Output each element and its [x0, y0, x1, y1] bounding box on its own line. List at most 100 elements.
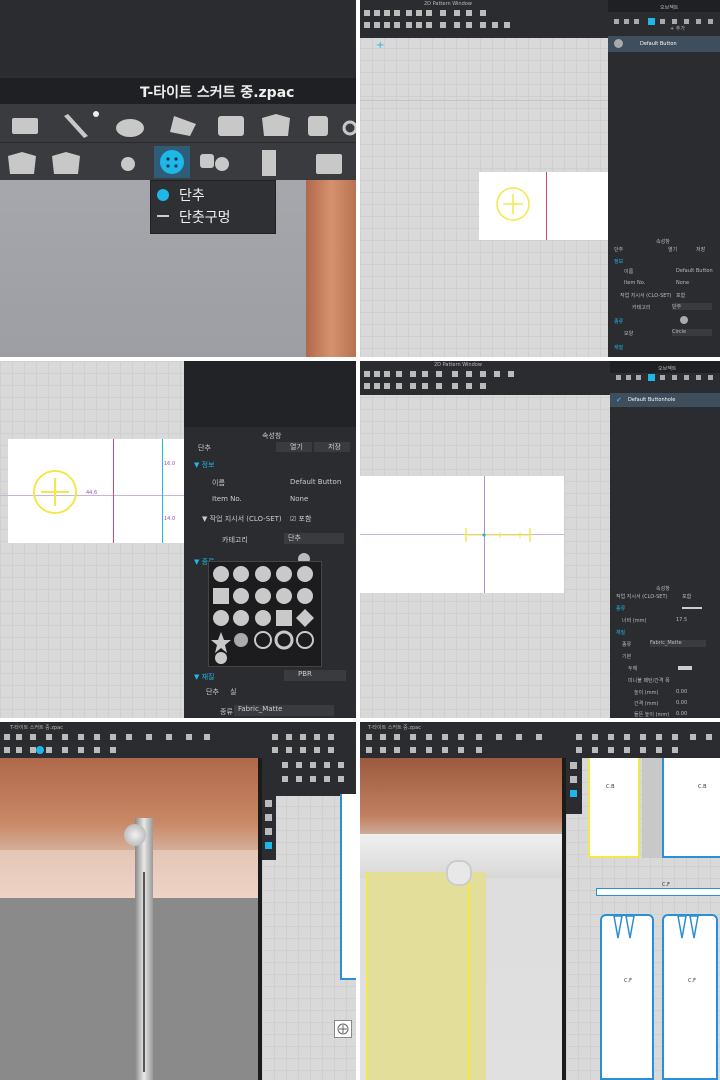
pattern-piece-front-right[interactable]: C.F — [662, 914, 718, 1080]
panel-3d-2d-pattern-overview: T-타이트 스커트 중.zpac C.B C.B C.F C.F C.F — [360, 722, 720, 1080]
name-field[interactable]: Default Button — [676, 268, 713, 274]
button-object-icon[interactable] — [334, 1020, 352, 1038]
panel-2d-button-placed: 2D Pattern Window + 오브젝트 + 추가 Default Bu… — [360, 0, 720, 357]
material-dropdown[interactable]: PBR — [284, 670, 346, 681]
toolbar-row2-icons[interactable] — [0, 146, 356, 178]
2d-view[interactable] — [262, 758, 356, 1080]
zipper-icon — [262, 150, 276, 176]
panel-3d-zipper-button: T-타이트 스커트 중.zpac — [0, 722, 356, 1080]
shirt-check-icon — [8, 152, 36, 174]
tape-icon — [316, 154, 342, 174]
check-icon: ✔ — [616, 396, 622, 404]
property-editor: 속성창 작업 지시서 (CLO-SET) 포함 종류 너비 (mm) 17.5 … — [610, 583, 720, 718]
toolbar-icons[interactable] — [360, 732, 720, 758]
lock-icon — [200, 154, 214, 168]
button-object-icon[interactable] — [32, 464, 78, 520]
add-button[interactable]: + 추가 — [670, 25, 685, 32]
2d-view[interactable]: C.B C.B C.F C.F C.F — [566, 758, 720, 1080]
pattern-piece-front-left[interactable]: C.F — [600, 914, 654, 1080]
save-button[interactable]: 저장 — [696, 246, 705, 253]
save-button[interactable]: 저장 — [314, 442, 350, 452]
shirt-pattern-icon — [52, 152, 80, 174]
size-field[interactable]: 17.5 — [676, 617, 687, 623]
category-dropdown[interactable]: 단추 — [284, 533, 344, 544]
load-button[interactable]: 열기 — [668, 246, 677, 253]
origin-marker: + — [376, 40, 385, 51]
panel-2d-buttonhole: 2D Pattern Window 오브젝트 ✔ Default Buttonh… — [360, 361, 720, 718]
fabric-dropdown[interactable]: Fabric_Matte — [650, 640, 706, 647]
garment-icon — [308, 116, 328, 136]
main-toolbar: T-타이트 스커트 중.zpac — [360, 722, 720, 758]
thickness-swatch[interactable] — [678, 666, 692, 670]
pattern-tool-icons[interactable] — [362, 8, 606, 36]
toolbar-icons[interactable] — [0, 732, 356, 758]
pattern-tool-icons[interactable] — [262, 758, 356, 796]
fabric-dropdown[interactable]: Fabric_Matte — [234, 705, 334, 716]
tab-thread[interactable]: 실 — [230, 687, 236, 697]
title-bar: T-타이트 스커트 중.zpac — [0, 78, 356, 104]
main-toolbar: T-타이트 스커트 중.zpac — [0, 722, 356, 758]
pattern-toolbar: 2D Pattern Window — [360, 0, 608, 38]
work-checkbox[interactable]: ☑ 포함 — [290, 514, 311, 524]
button-preview-icon[interactable] — [680, 316, 688, 324]
button-3d[interactable] — [124, 824, 146, 846]
pattern-piece-back-right[interactable]: C.B — [662, 758, 720, 858]
top-bar — [0, 0, 356, 78]
category-dropdown[interactable]: 단추 — [672, 303, 712, 310]
load-button[interactable]: 열기 — [276, 442, 312, 452]
buttonhole-object[interactable] — [464, 527, 534, 542]
avatar-icon — [218, 116, 244, 136]
tack-icon — [116, 119, 144, 137]
skirt-body — [0, 898, 258, 1080]
pattern-tool-icons[interactable] — [362, 369, 608, 395]
buttonhole-icon — [157, 215, 169, 217]
button-thumb-icon — [614, 39, 623, 48]
item-no-field[interactable]: None — [676, 280, 689, 286]
menu-item-buttonhole[interactable]: 단춧구멍 — [179, 207, 231, 227]
button-icon — [157, 189, 169, 201]
waistband-pattern[interactable] — [596, 888, 720, 896]
right-panel: 오브젝트 ✔ Default Buttonhole 속성창 작업 지시서 (CL… — [610, 361, 720, 718]
toolbar — [0, 104, 356, 180]
button-3d[interactable] — [446, 860, 472, 886]
pattern-toolbar: 2D Pattern Window — [360, 361, 610, 395]
object-browser-title: 오브젝트 — [660, 5, 679, 11]
tab-button[interactable]: 단추 — [206, 687, 219, 697]
internal-line — [113, 439, 114, 543]
work-checkbox[interactable]: 포함 — [682, 593, 691, 600]
button-select-icon — [121, 157, 135, 171]
pin-icon — [64, 114, 88, 138]
pattern-piece-back-left[interactable]: C.B — [588, 758, 640, 858]
list-item[interactable]: Default Button — [608, 36, 720, 52]
button-object-icon[interactable] — [493, 184, 533, 224]
menu-item-button[interactable]: 단추 — [179, 185, 205, 205]
internal-line — [546, 172, 547, 240]
work-checkbox[interactable]: 포함 — [676, 292, 685, 299]
button-tool-icon — [160, 150, 184, 174]
window-title: 2D Pattern Window — [424, 1, 472, 7]
window-title: T-타이트 스커트 중.zpac — [140, 85, 295, 101]
pattern-toolbar — [262, 758, 356, 796]
side-tools[interactable] — [566, 758, 582, 814]
pattern-piece[interactable] — [340, 794, 356, 980]
button-shape-grid[interactable] — [208, 561, 322, 667]
list-item[interactable]: ✔ Default Buttonhole — [610, 393, 720, 407]
fold-icon — [170, 116, 196, 136]
waistband — [0, 850, 258, 898]
side-tools[interactable] — [262, 796, 276, 860]
object-type-icons[interactable] — [612, 373, 718, 383]
buttonhole-preview-icon[interactable] — [682, 607, 702, 609]
object-type-icons[interactable] — [610, 12, 718, 25]
shirt-icon — [262, 114, 290, 136]
toolbar-row1-icons[interactable] — [6, 110, 356, 140]
avatar-arm — [306, 180, 356, 357]
property-editor: 속성창 단추 열기 저장 ▼ 정보 이름 Default Button Item… — [184, 361, 356, 718]
shape-dropdown[interactable]: Circle — [672, 329, 712, 336]
right-panel: 오브젝트 + 추가 Default Button 속성창 단추 열기 저장 정보… — [608, 0, 720, 357]
sewing-machine-icon — [12, 118, 38, 134]
panel-3d-toolbar-closeup: T-타이트 스커트 중.zpac 단추 단춧구멍 — [0, 0, 356, 357]
name-field[interactable]: Default Button — [290, 478, 341, 486]
panel-2d-button-properties: 16.0 14.0 44.6 속성창 단추 열기 저장 ▼ 정보 이름 Defa… — [0, 361, 356, 718]
item-no-field[interactable]: None — [290, 495, 308, 503]
property-editor: 속성창 단추 열기 저장 정보 이름 Default Button Item N… — [608, 236, 720, 357]
